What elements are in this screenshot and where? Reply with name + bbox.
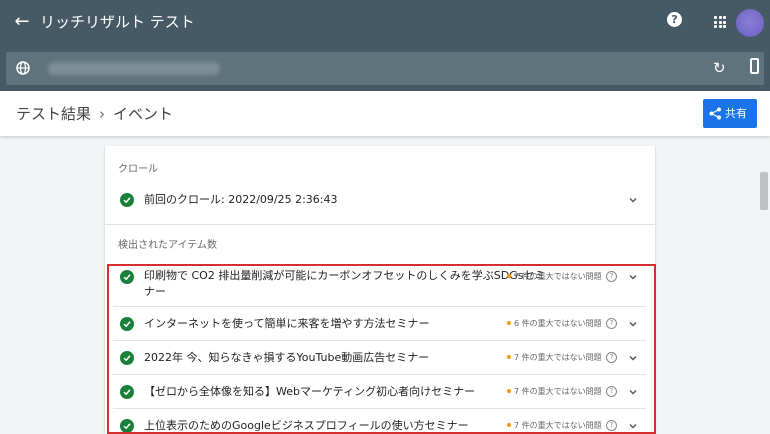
chevron-down-icon[interactable] xyxy=(628,319,638,329)
item-title: 2022年 今、知らなきゃ損するYouTube動画広告セミナー xyxy=(144,351,430,364)
section-divider xyxy=(105,224,655,225)
row-divider xyxy=(113,374,646,375)
mobile-icon[interactable] xyxy=(750,58,759,74)
breadcrumb-current: イベント xyxy=(113,105,174,123)
share-button[interactable]: 共有 xyxy=(703,99,757,128)
help-icon[interactable]: ? xyxy=(667,12,682,27)
issue-count: 7 件の重大ではない問題 xyxy=(507,271,602,283)
help-circle-icon[interactable]: ? xyxy=(606,352,617,363)
crawl-section-label: クロール xyxy=(118,164,158,175)
check-icon xyxy=(120,270,134,284)
row-divider xyxy=(113,408,646,409)
list-item[interactable]: 2022年 今、知らなきゃ損するYouTube動画広告セミナー 7 件の重大では… xyxy=(105,350,655,368)
item-title: 【ゼロから全体像を知る】Webマーケティング初心者向けセミナー xyxy=(144,385,476,398)
warning-dot-icon xyxy=(507,355,511,359)
item-title: 上位表示のためのGoogleビジネスプロフィールの使い方セミナー xyxy=(144,419,469,432)
avatar[interactable] xyxy=(736,9,764,37)
help-circle-icon[interactable]: ? xyxy=(606,386,617,397)
warning-dot-icon xyxy=(507,423,511,427)
share-label: 共有 xyxy=(725,107,747,120)
url-bar: ↻ xyxy=(0,46,770,91)
results-card: クロール 前回のクロール: 2022/09/25 2:36:43 検出されたアイ… xyxy=(105,146,655,434)
warning-dot-icon xyxy=(507,274,511,278)
chevron-down-icon[interactable] xyxy=(628,387,638,397)
chevron-down-icon[interactable] xyxy=(628,421,638,431)
check-icon xyxy=(120,193,134,207)
items-section-label: 検出されたアイテム数 xyxy=(118,240,217,251)
chevron-down-icon[interactable] xyxy=(628,353,638,363)
issue-count: 6 件の重大ではない問題 xyxy=(507,318,602,330)
issue-count: 7 件の重大ではない問題 xyxy=(507,420,602,432)
check-icon xyxy=(120,351,134,365)
issue-count: 7 件の重大ではない問題 xyxy=(507,352,602,364)
reload-icon[interactable]: ↻ xyxy=(713,58,726,78)
row-divider xyxy=(113,306,646,307)
list-item[interactable]: 上位表示のためのGoogleビジネスプロフィールの使い方セミナー 7 件の重大で… xyxy=(105,418,655,434)
list-item[interactable]: 印刷物で CO2 排出量削減が可能にカーボンオフセットのしくみを学ぶSDGsセミ… xyxy=(105,268,655,302)
scrollbar-thumb[interactable] xyxy=(760,172,768,210)
check-icon xyxy=(120,317,134,331)
breadcrumb: テスト結果 › イベント xyxy=(16,104,173,124)
blurred-url xyxy=(48,62,220,75)
breadcrumb-separator: › xyxy=(99,105,106,123)
app-title: リッチリザルト テスト xyxy=(40,13,195,31)
chevron-down-icon[interactable] xyxy=(628,272,638,282)
share-icon xyxy=(709,107,721,120)
help-circle-icon[interactable]: ? xyxy=(606,318,617,329)
check-icon xyxy=(120,419,134,433)
app-header: ← リッチリザルト テスト ? xyxy=(0,0,770,46)
item-title: インターネットを使って簡単に来客を増やす方法セミナー xyxy=(144,317,430,330)
check-icon xyxy=(120,385,134,399)
help-circle-icon[interactable]: ? xyxy=(606,271,617,282)
crawl-time: 前回のクロール: 2022/09/25 2:36:43 xyxy=(144,193,338,206)
list-item[interactable]: 【ゼロから全体像を知る】Webマーケティング初心者向けセミナー 7 件の重大では… xyxy=(105,384,655,402)
list-item[interactable]: インターネットを使って簡単に来客を増やす方法セミナー 6 件の重大ではない問題 … xyxy=(105,316,655,334)
help-circle-icon[interactable]: ? xyxy=(606,420,617,431)
row-divider xyxy=(113,340,646,341)
globe-icon xyxy=(16,61,30,75)
chevron-down-icon[interactable] xyxy=(628,195,638,205)
warning-dot-icon xyxy=(507,389,511,393)
arrow-left-icon[interactable]: ← xyxy=(12,12,32,32)
url-field[interactable]: ↻ xyxy=(6,52,764,85)
crawl-row[interactable]: 前回のクロール: 2022/09/25 2:36:43 xyxy=(105,190,655,214)
item-title: 印刷物で CO2 排出量削減が可能にカーボンオフセットのしくみを学ぶSDGsセミ xyxy=(144,269,546,282)
breadcrumb-root[interactable]: テスト結果 xyxy=(16,104,91,124)
issue-count: 7 件の重大ではない問題 xyxy=(507,386,602,398)
breadcrumb-bar: テスト結果 › イベント 共有 xyxy=(0,91,770,136)
apps-icon[interactable] xyxy=(714,16,726,28)
warning-dot-icon xyxy=(507,321,511,325)
item-title-cont: ナー xyxy=(144,285,166,298)
